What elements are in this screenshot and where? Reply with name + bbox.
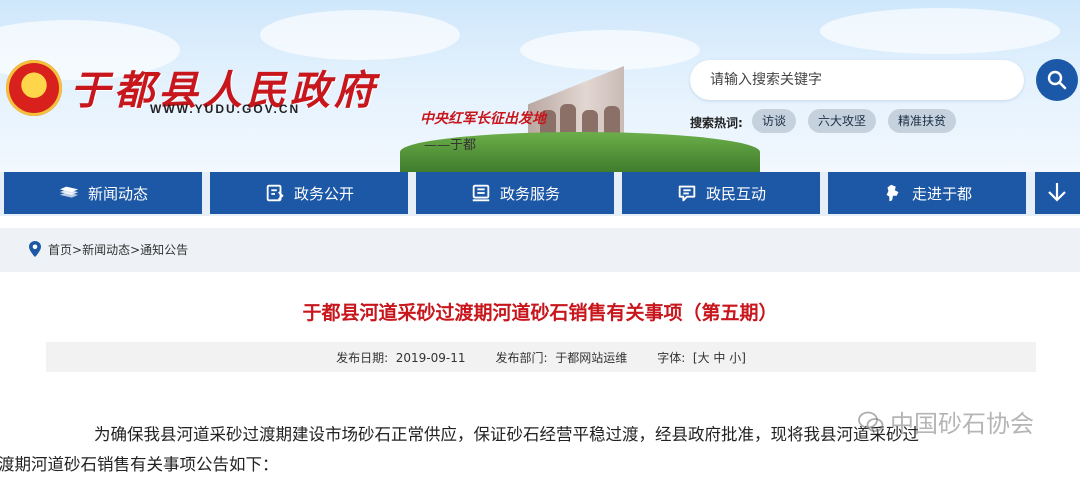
- nav-item-label: 政务服务: [499, 184, 560, 203]
- date-label: 发布日期:: [336, 350, 389, 365]
- nav-item-news[interactable]: 新闻动态: [4, 172, 202, 214]
- nav-item-label: 走进于都: [911, 184, 972, 203]
- hot-search-label: 搜索热词:: [690, 116, 743, 130]
- breadcrumb-notice[interactable]: 通知公告: [140, 243, 188, 257]
- service-icon: [472, 184, 490, 202]
- body-line-2: 渡期河道砂石销售有关事项公告如下：: [0, 455, 279, 474]
- main-nav: 新闻动态 政务公开 政务服务 政民互动 走进于都: [0, 172, 1080, 216]
- hot-tag-poverty[interactable]: 精准扶贫: [888, 109, 957, 133]
- slogan: 中央红军长征出发地: [420, 111, 546, 127]
- cloud-decoration: [260, 10, 460, 60]
- nav-item-gov-service[interactable]: 政务服务: [416, 172, 614, 214]
- breadcrumb-home[interactable]: 首页: [48, 243, 72, 257]
- newspaper-icon: [59, 186, 79, 198]
- site-url: WWW.YUDU.GOV.CN: [150, 102, 301, 116]
- body-line-1: 为确保我县河道采砂过渡期建设市场砂石正常供应，保证砂石经营平稳过渡，经县政府批准…: [94, 425, 919, 444]
- chat-icon: [678, 185, 696, 202]
- nav-item-interaction[interactable]: 政民互动: [622, 172, 820, 214]
- slogan-sub: ——于都: [424, 138, 477, 153]
- breadcrumb: 首页>新闻动态>通知公告: [28, 240, 188, 258]
- chevron-down-icon: [1048, 183, 1066, 202]
- watermark-text: 中国砂石协会: [890, 410, 1034, 438]
- search-input[interactable]: [690, 60, 1024, 100]
- font-size-switcher[interactable]: [大 中 小]: [693, 351, 746, 365]
- publish-date: 2019-09-11: [395, 350, 466, 365]
- hot-tag-six-tasks[interactable]: 六大攻坚: [808, 109, 877, 133]
- nav-item-label: 政民互动: [705, 184, 766, 203]
- nav-item-gov-open[interactable]: 政务公开: [210, 172, 408, 214]
- map-icon: [886, 184, 899, 202]
- cloud-decoration: [820, 8, 1060, 54]
- location-pin-icon: [29, 241, 41, 257]
- nav-item-about-yudu[interactable]: 走进于都: [828, 172, 1026, 214]
- breadcrumb-news[interactable]: 新闻动态: [82, 243, 130, 257]
- nav-item-label: 新闻动态: [87, 184, 148, 203]
- search-icon: [1047, 70, 1067, 90]
- font-size-label: 字体:: [657, 350, 686, 365]
- dept-label: 发布部门:: [495, 350, 548, 365]
- wechat-icon: [858, 411, 884, 432]
- nav-more-button[interactable]: [1035, 172, 1080, 214]
- nav-item-label: 政务公开: [293, 184, 354, 203]
- article-title: 于都县河道采砂过渡期河道砂石销售有关事项（第五期）: [302, 302, 778, 324]
- publish-dept: 于都网站运维: [555, 350, 628, 365]
- article-meta: 发布日期: 2019-09-11 发布部门: 于都网站运维 字体: [大 中 小…: [46, 342, 1036, 372]
- breadcrumb-separator: >: [72, 242, 83, 257]
- national-emblem-icon: [6, 60, 62, 116]
- search-button[interactable]: [1036, 59, 1078, 101]
- breadcrumb-separator: >: [130, 242, 141, 257]
- document-icon: [266, 184, 284, 202]
- watermark: 中国砂石协会: [858, 404, 1034, 439]
- hot-tag-interview[interactable]: 访谈: [752, 109, 797, 133]
